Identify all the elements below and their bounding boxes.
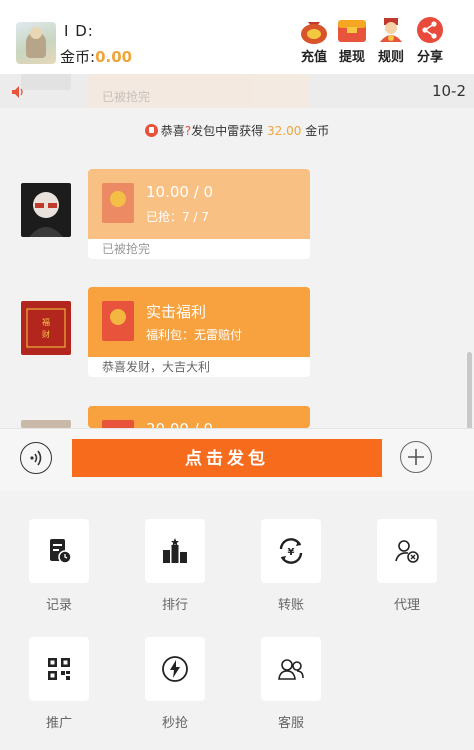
packet-title: 20.00 / 0 [146,420,213,428]
god-of-wealth-icon [375,16,407,44]
coin-balance: 金币:0.00 [60,46,132,67]
share-label: 分享 [416,50,443,65]
voice-icon [30,450,42,466]
red-packet-message[interactable]: 20.00 / 0 [88,406,310,428]
withdraw-button[interactable]: 提现 [332,16,372,66]
sender-avatar[interactable] [21,420,71,428]
promote-button[interactable]: 推广 [29,637,89,731]
chat-date: 10-2 [431,82,466,100]
agent-label: 代理 [393,598,420,613]
packet-title: 10.00 / 0 [146,183,214,201]
customer-service-button[interactable]: 客服 [261,637,321,731]
user-id-label: I D: [64,22,94,40]
quick-grab-button[interactable]: 秒抢 [145,637,205,731]
notice-middle: 发包中雷获得 [191,124,264,138]
ranking-label: 排行 [161,598,188,613]
agent-icon [395,540,419,563]
svg-text:福: 福 [42,318,50,327]
packet-subtitle: 已抢：7 / 7 [146,210,209,224]
rules-button[interactable]: 规则 [371,16,411,66]
recharge-label: 充值 [300,50,327,65]
promote-label: 推广 [45,716,72,731]
customer-service-label: 客服 [277,716,304,731]
transfer-label: 转账 [277,598,304,613]
hidden-message-text: 已被抢完 [102,90,151,104]
hidden-avatar [21,74,71,90]
transfer-icon: ¥ [279,538,303,564]
svg-text:财: 财 [42,329,50,339]
user-avatar[interactable] [16,22,56,64]
packet-footer: 恭喜发财，大吉大利 [102,360,211,374]
red-packet-message[interactable]: 10.00 / 0 已抢：7 / 7 已被抢完 [88,169,310,259]
red-packet-message[interactable]: 实击福利 福利包：无雷赔付 恭喜发财，大吉大利 [88,287,310,377]
top-header: I D: 金币:0.00 充值 提现 规则 分享 [0,0,474,74]
speaker-icon[interactable] [10,84,26,100]
svg-text:¥: ¥ [288,547,295,558]
system-notice: 恭喜?发包中雷获得 32.00 金币 [0,122,474,139]
packet-title: 实击福利 [146,303,207,321]
lock-icon [144,124,158,137]
input-bar: 点击发包 [0,428,474,492]
agent-button[interactable]: 代理 [377,519,437,613]
customer-service-icon [278,659,304,680]
share-icon [414,16,446,44]
share-button[interactable]: 分享 [410,16,450,66]
treasure-chest-icon [336,16,368,44]
ranking-button[interactable]: 排行 [145,519,205,613]
record-button[interactable]: 记录 [29,519,89,613]
recharge-button[interactable]: 充值 [294,16,334,66]
notice-suffix: 金币 [305,124,330,138]
notice-amount: 32.00 [267,124,302,138]
hidden-message: 已被抢完 [88,74,310,108]
record-label: 记录 [45,598,72,613]
coin-value: 0.00 [95,48,133,66]
packet-footer: 已被抢完 [102,242,151,256]
packet-subtitle: 福利包：无雷赔付 [146,328,243,342]
sender-avatar[interactable]: 福财 [21,301,71,355]
plus-icon [408,449,424,465]
flash-icon [162,656,188,682]
notice-prefix: 恭喜 [160,124,185,138]
coin-label: 金币: [60,48,96,66]
ranking-icon [163,538,187,563]
record-icon [50,539,72,564]
function-panel: 记录 排行 ¥ 转账 代理 推广 秒抢 客服 [0,491,474,750]
red-envelope-icon [102,301,134,341]
qr-code-icon [48,658,70,680]
send-packet-button[interactable]: 点击发包 [72,439,382,477]
rules-label: 规则 [377,50,404,65]
red-envelope-icon [102,183,134,223]
more-button[interactable] [400,441,432,473]
sender-avatar[interactable] [21,183,71,237]
quick-grab-label: 秒抢 [161,716,188,731]
red-envelope-icon [102,420,134,428]
voice-button[interactable] [20,442,52,474]
transfer-button[interactable]: ¥ 转账 [261,519,321,613]
money-bag-icon [298,16,330,44]
withdraw-label: 提现 [338,50,365,65]
